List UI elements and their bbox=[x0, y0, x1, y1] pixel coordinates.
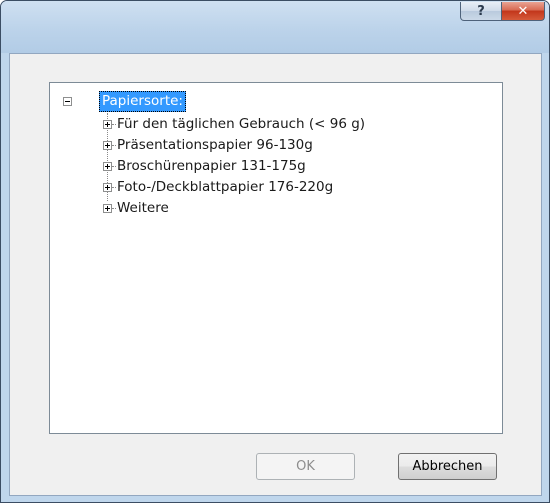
tree-item-other[interactable]: Weitere bbox=[117, 198, 169, 218]
expand-icon[interactable] bbox=[103, 120, 112, 129]
tree-root-papiersorte[interactable]: Papiersorte: bbox=[99, 91, 186, 112]
tree-item-daily-use[interactable]: Für den täglichen Gebrauch (< 96 g) bbox=[117, 114, 365, 134]
tree-branch-line bbox=[112, 145, 116, 146]
expand-icon[interactable] bbox=[103, 183, 112, 192]
tree-item-photo-cover-paper[interactable]: Foto-/Deckblattpapier 176-220g bbox=[117, 177, 333, 197]
collapse-icon[interactable] bbox=[63, 97, 72, 106]
title-bar[interactable]: ? ✕ bbox=[1, 1, 549, 53]
tree-branch-line bbox=[112, 124, 116, 125]
expand-icon[interactable] bbox=[103, 162, 112, 171]
dialog-window: ? ✕ Papiersorte: Für den täglichen Gebra… bbox=[0, 0, 550, 503]
help-button[interactable]: ? bbox=[460, 2, 502, 21]
tree-item-brochure-paper[interactable]: Broschürenpapier 131-175g bbox=[117, 156, 306, 176]
expand-icon[interactable] bbox=[103, 141, 112, 150]
help-icon: ? bbox=[477, 3, 485, 19]
cancel-button[interactable]: Abbrechen bbox=[398, 453, 497, 480]
tree-branch-line bbox=[112, 187, 116, 188]
close-icon: ✕ bbox=[517, 3, 529, 19]
expand-icon[interactable] bbox=[103, 204, 112, 213]
tree-item-presentation-paper[interactable]: Präsentationspapier 96-130g bbox=[117, 135, 313, 155]
tree-branch-line bbox=[112, 208, 116, 209]
paper-type-tree[interactable]: Papiersorte: Für den täglichen Gebrauch … bbox=[49, 82, 503, 434]
dialog-client-area: Papiersorte: Für den täglichen Gebrauch … bbox=[9, 53, 542, 496]
tree-branch-line bbox=[112, 166, 116, 167]
close-button[interactable]: ✕ bbox=[501, 2, 545, 21]
ok-button[interactable]: OK bbox=[256, 453, 355, 480]
